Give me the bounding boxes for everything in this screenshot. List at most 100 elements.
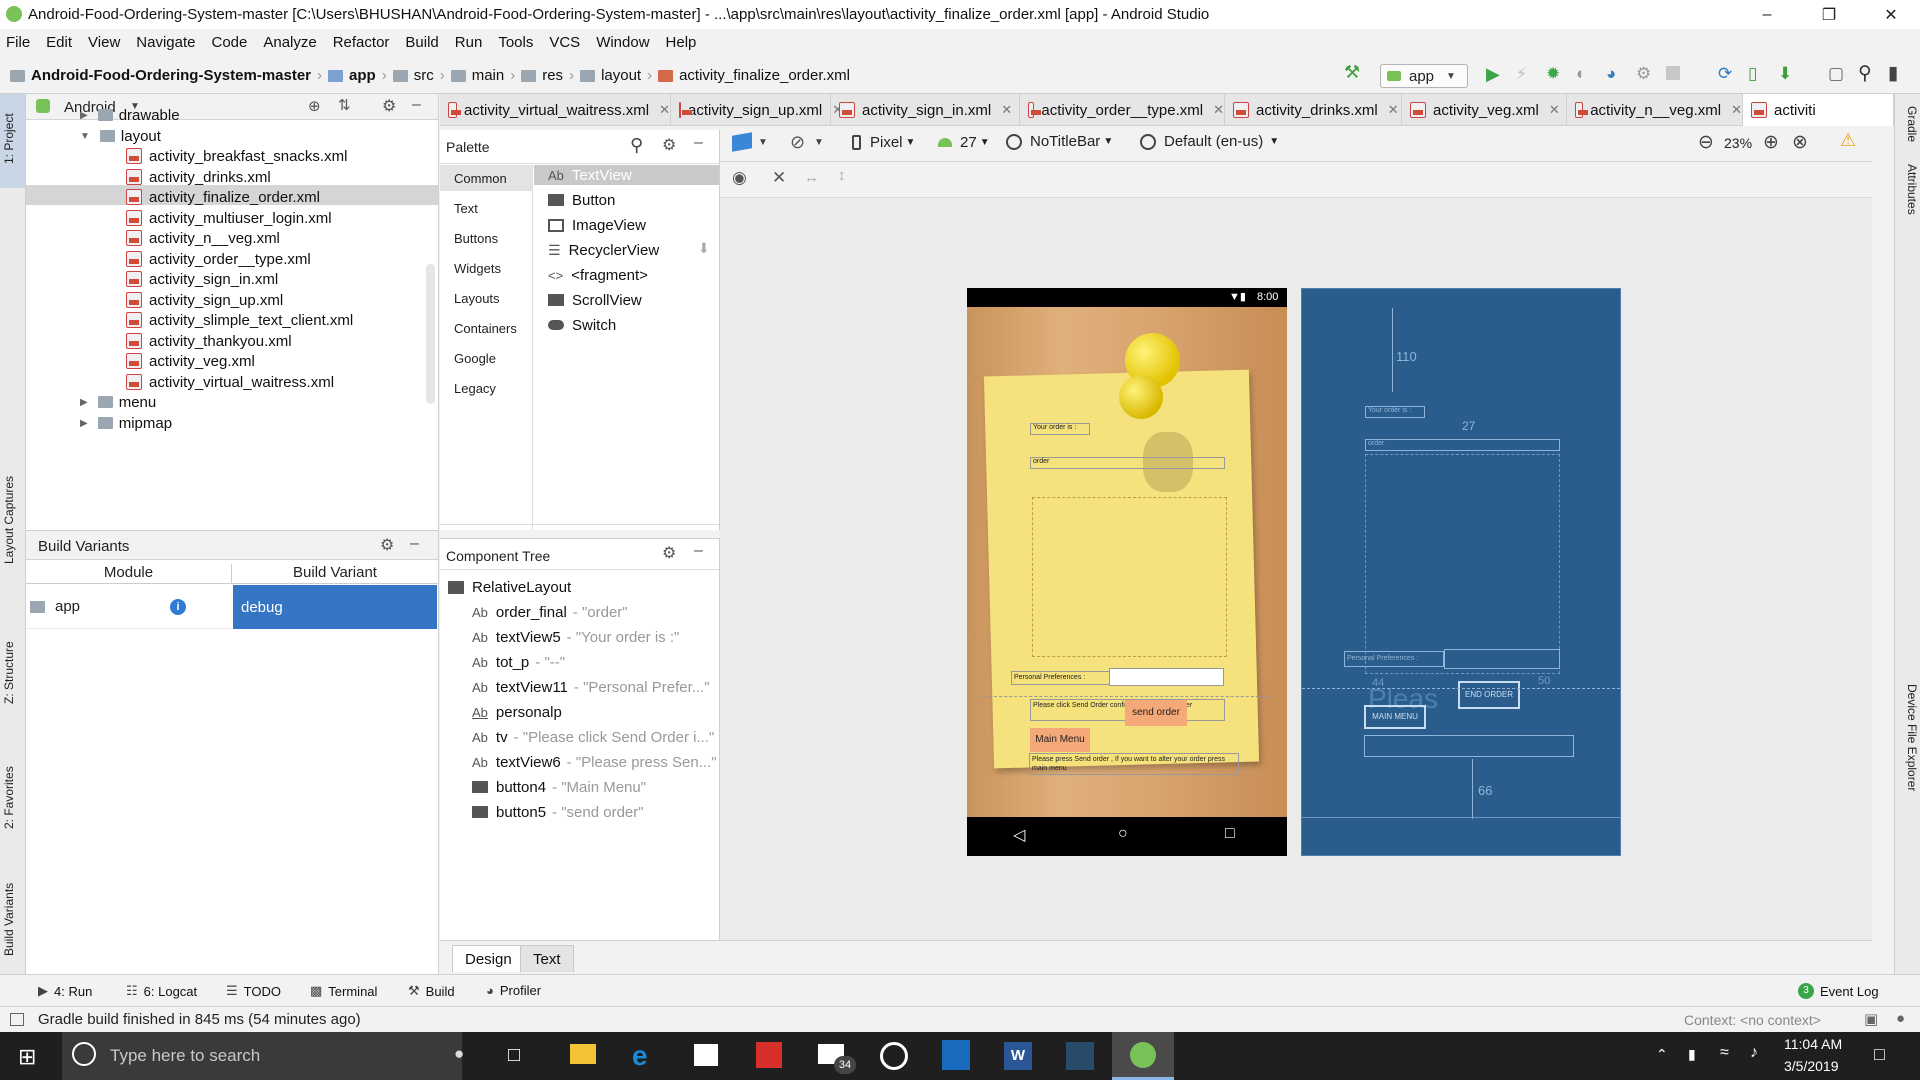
tree-scrollbar[interactable] [426, 264, 435, 404]
notifications-icon[interactable]: □ [1874, 1044, 1885, 1065]
stop-icon[interactable] [1666, 66, 1680, 80]
editor-tab[interactable]: activity_n__veg.xml ✕ [1567, 94, 1743, 126]
volume-icon[interactable]: ♪ [1750, 1044, 1758, 1062]
apply-changes-icon[interactable]: ⚡ [1516, 64, 1527, 84]
panel-splitter[interactable] [440, 524, 719, 530]
device-selector[interactable]: Pixel ▼ [852, 134, 915, 151]
tree-node[interactable]: Ab order_final - "order" [472, 600, 628, 624]
breadcrumb-project[interactable]: Android-Food-Ordering-System-master [31, 67, 311, 84]
memory-indicator-icon[interactable]: ● [1896, 1010, 1905, 1027]
word-icon[interactable]: W [1004, 1042, 1032, 1070]
palette-category[interactable]: Text [454, 201, 478, 216]
breadcrumb-main[interactable]: main [472, 67, 505, 84]
groove-music-icon[interactable] [880, 1042, 908, 1070]
menu-build[interactable]: Build [405, 34, 438, 51]
settings-gear-icon[interactable]: ⚙ [382, 96, 396, 116]
build-tool-button[interactable]: ⚒ Build [408, 983, 455, 999]
zoom-in-icon[interactable]: ⊕ [1763, 131, 1779, 154]
tree-node[interactable]: Ab textView6- "Please press Sen..." [472, 750, 717, 774]
zoom-to-fit-icon[interactable]: ⊗ [1792, 131, 1808, 154]
variant-column-header[interactable]: Build Variant [232, 564, 438, 584]
bp-your-order[interactable]: Your order is : [1365, 406, 1425, 418]
eye-icon[interactable]: ◉ [732, 168, 747, 188]
profile-icon[interactable]: ◕ [1606, 64, 1616, 84]
lock-icon[interactable]: ▣ [1864, 1010, 1878, 1028]
breadcrumb-src[interactable]: src [414, 67, 434, 84]
collapse-all-icon[interactable]: ⇅ [338, 96, 351, 114]
palette-category[interactable]: Common [454, 171, 507, 186]
tree-file[interactable]: activity_virtual_waitress.xml [126, 370, 334, 394]
run-config-select[interactable]: app ▼ [1380, 64, 1468, 88]
attributes-side-tab[interactable]: Attributes [1905, 164, 1919, 215]
tab-text[interactable]: Text [520, 945, 574, 972]
tree-node-root[interactable]: RelativeLayout [448, 575, 571, 599]
palette-category[interactable]: Containers [454, 321, 517, 336]
menu-file[interactable]: File [6, 34, 30, 51]
palette-category[interactable]: Google [454, 351, 496, 366]
security-shield-icon[interactable] [942, 1040, 970, 1070]
avd-manager-icon[interactable]: ▯ [1748, 64, 1757, 84]
status-toggle-icon[interactable] [10, 1013, 24, 1026]
task-view-icon[interactable]: □ [508, 1044, 520, 1067]
menu-window[interactable]: Window [596, 34, 649, 51]
tree-folder-mipmap[interactable]: ▶ mipmap [80, 411, 172, 435]
hide-panel-icon[interactable]: – [410, 535, 419, 553]
layout-captures-side-tab[interactable]: Layout Captures [2, 476, 16, 564]
tree-node[interactable]: button5- "send order" [472, 800, 644, 824]
android-studio-taskbar-button[interactable] [1112, 1032, 1174, 1080]
wifi-icon[interactable]: ≈ [1720, 1044, 1729, 1062]
personal-pref-input[interactable] [1109, 668, 1224, 686]
project-structure-icon[interactable]: ▢ [1828, 64, 1844, 84]
clock-time[interactable]: 11:04 AM [1784, 1036, 1842, 1052]
zoom-out-icon[interactable]: ⊖ [1698, 131, 1714, 154]
breadcrumb-file[interactable]: activity_finalize_order.xml [679, 67, 850, 84]
orientation-icon[interactable]: ⊘ [790, 132, 805, 153]
todo-tool-button[interactable]: ☰ TODO [226, 983, 281, 999]
store-icon[interactable] [694, 1044, 718, 1066]
editor-tab[interactable]: activity_veg.xml ✕ [1402, 94, 1567, 126]
module-cell[interactable]: app i [26, 585, 232, 629]
palette-category[interactable]: Legacy [454, 381, 496, 396]
settings-gear-icon[interactable]: ⚙ [662, 543, 676, 563]
expand-vertical-icon[interactable]: ↕ [838, 167, 846, 184]
coverage-icon[interactable]: ◐ [1576, 64, 1586, 84]
logcat-tool-button[interactable]: ☷ 6: Logcat [126, 983, 197, 999]
menu-view[interactable]: View [88, 34, 120, 51]
edge-icon[interactable]: e [632, 1040, 648, 1072]
editor-tab[interactable]: activity_sign_in.xml ✕ [831, 94, 1020, 126]
device-file-explorer-side-tab[interactable]: Device File Explorer [1905, 684, 1919, 791]
tree-node[interactable]: button4- "Main Menu" [472, 775, 646, 799]
breadcrumb-res[interactable]: res [542, 67, 563, 84]
project-side-tab[interactable]: 1: Project [2, 113, 16, 164]
gradle-side-tab[interactable]: Gradle [1905, 106, 1919, 142]
warning-icon[interactable]: ⚠ [1840, 130, 1856, 151]
debug-icon[interactable]: ✹ [1546, 64, 1560, 84]
vpn-app-icon[interactable] [1066, 1042, 1094, 1070]
hide-panel-icon[interactable]: – [412, 96, 421, 114]
editor-tab[interactable]: activity_order__type.xml ✕ [1020, 94, 1225, 126]
palette-category[interactable]: Buttons [454, 231, 498, 246]
bookmark-icon[interactable]: ▮ [1888, 62, 1898, 85]
menu-help[interactable]: Help [666, 34, 697, 51]
build-variants-side-tab[interactable]: Build Variants [2, 883, 16, 956]
sdk-manager-icon[interactable]: ⬇ [1778, 64, 1792, 84]
breadcrumb-app[interactable]: app [349, 67, 376, 84]
palette-item-scrollview[interactable]: ScrollView [548, 288, 642, 312]
api-selector[interactable]: 27 ▼ [938, 134, 990, 151]
expand-horizontal-icon[interactable]: ↔ [804, 169, 819, 186]
show-hidden-icons[interactable]: ⌃ [1656, 1046, 1668, 1063]
menu-vcs[interactable]: VCS [549, 34, 580, 51]
close-button[interactable]: ✕ [1868, 0, 1914, 29]
maximize-button[interactable]: ❐ [1806, 0, 1852, 29]
autoconnect-icon[interactable]: ✕ [772, 168, 786, 188]
close-tab-icon[interactable]: ✕ [1213, 102, 1224, 118]
search-icon[interactable]: ⚲ [1858, 62, 1872, 85]
design-surface-icon[interactable] [732, 132, 752, 152]
close-tab-icon[interactable]: ✕ [1388, 102, 1399, 118]
close-tab-icon[interactable]: ✕ [1001, 102, 1012, 118]
locale-selector[interactable]: Default (en-us) ▼ [1140, 133, 1279, 150]
run-tool-button[interactable]: ▶ 4: Run [38, 983, 92, 999]
search-icon[interactable]: ⚲ [630, 135, 643, 156]
personal-pref-label[interactable]: Personal Preferences : [1011, 671, 1111, 685]
blueprint-preview[interactable]: 110 Your order is : 27 order Personal Pr… [1301, 288, 1621, 856]
